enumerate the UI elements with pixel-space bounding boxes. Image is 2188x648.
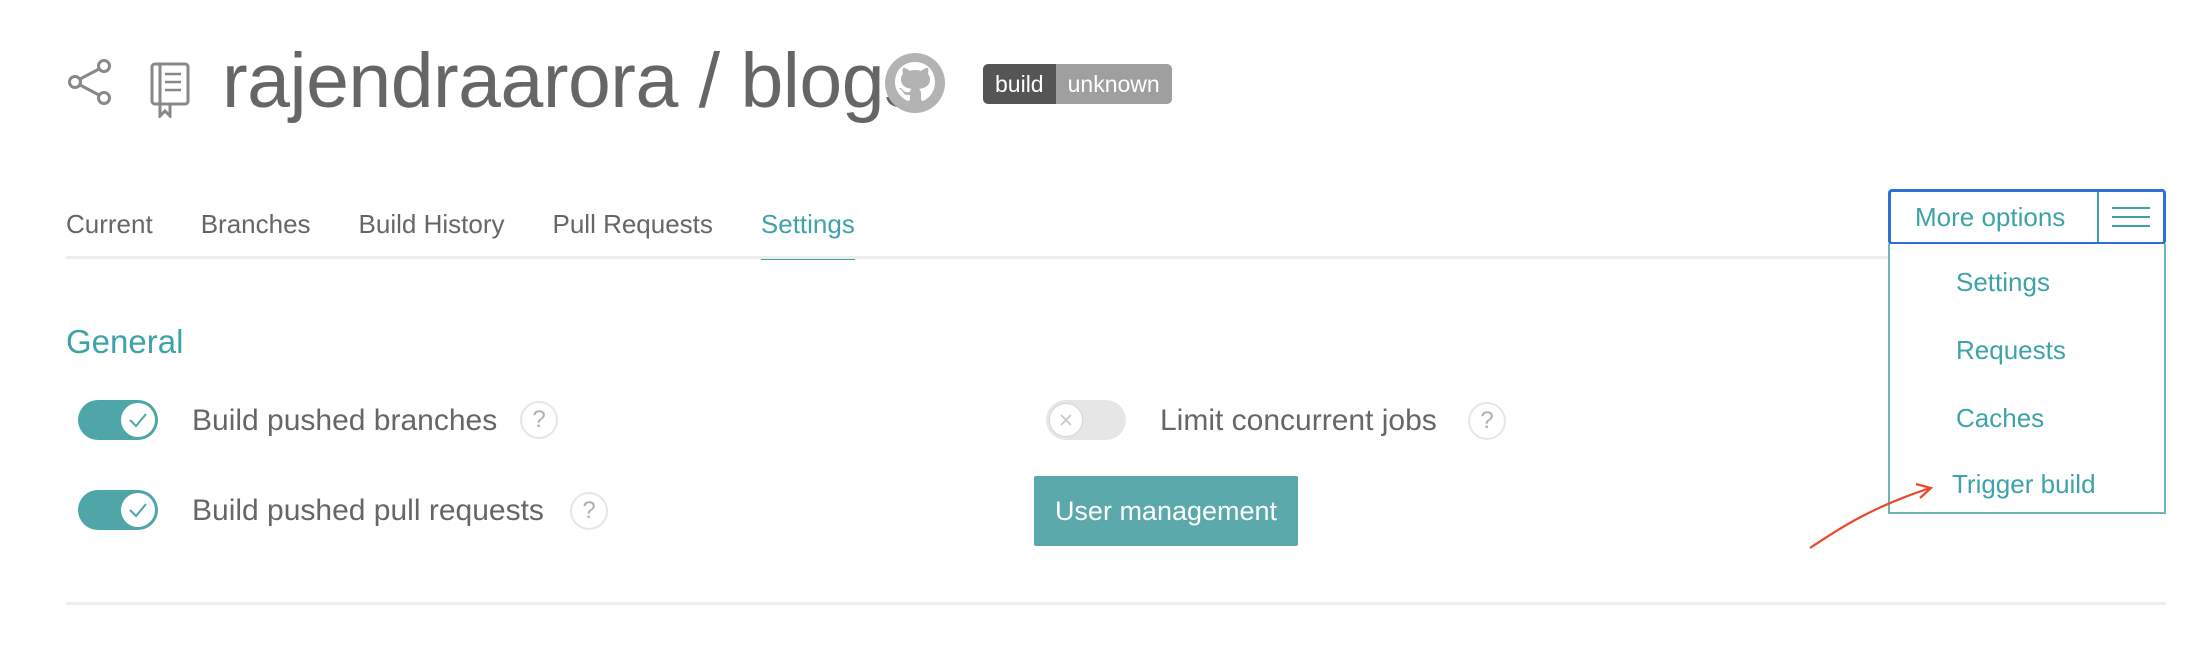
menu-item-requests[interactable]: Requests xyxy=(1956,332,2066,368)
section-divider xyxy=(66,602,2166,605)
checkmark-icon xyxy=(121,493,155,527)
tab-current[interactable]: Current xyxy=(66,204,153,260)
toggle-limit-concurrent-jobs[interactable] xyxy=(1046,400,1126,440)
tab-pull-requests[interactable]: Pull Requests xyxy=(552,204,712,260)
checkmark-icon xyxy=(121,403,155,437)
menu-item-trigger-build[interactable]: Trigger build xyxy=(1952,466,2096,502)
menu-item-settings[interactable]: Settings xyxy=(1956,264,2050,300)
label-build-pushed-pull-requests: Build pushed pull requests xyxy=(192,494,544,527)
tab-build-history[interactable]: Build History xyxy=(359,204,505,260)
tab-branches[interactable]: Branches xyxy=(201,204,311,260)
help-icon[interactable]: ? xyxy=(570,492,608,530)
more-options-menu: Settings Requests Caches Trigger build xyxy=(1888,244,2166,514)
toggle-build-pushed-branches[interactable] xyxy=(78,400,158,440)
label-build-pushed-branches: Build pushed branches xyxy=(192,404,498,437)
label-limit-concurrent-jobs: Limit concurrent jobs xyxy=(1160,404,1437,437)
section-title-general: General xyxy=(66,323,184,360)
menu-item-caches[interactable]: Caches xyxy=(1956,400,2044,436)
help-icon[interactable]: ? xyxy=(520,401,558,439)
more-options-button[interactable]: More options xyxy=(1888,189,2166,245)
repo-tabs: Current Branches Build History Pull Requ… xyxy=(66,204,903,260)
more-options-label[interactable]: More options xyxy=(1891,192,2099,242)
hamburger-icon[interactable] xyxy=(2099,192,2163,242)
tab-settings[interactable]: Settings xyxy=(760,204,855,260)
annotation-arrow-icon xyxy=(1809,482,1934,549)
toggle-build-pushed-pull-requests[interactable] xyxy=(78,490,158,530)
user-management-button[interactable]: User management xyxy=(1034,476,1298,546)
x-icon xyxy=(1049,403,1083,437)
github-icon[interactable] xyxy=(884,52,946,114)
share-icon[interactable] xyxy=(66,58,114,106)
tabs-divider xyxy=(66,256,2166,259)
build-status-badge[interactable]: build unknown xyxy=(983,64,1172,104)
repo-title[interactable]: rajendraarora / blogs xyxy=(222,36,923,126)
help-icon[interactable]: ? xyxy=(1468,402,1506,440)
badge-label: build xyxy=(983,64,1056,104)
badge-status: unknown xyxy=(1055,64,1172,104)
repo-icon xyxy=(150,62,190,118)
